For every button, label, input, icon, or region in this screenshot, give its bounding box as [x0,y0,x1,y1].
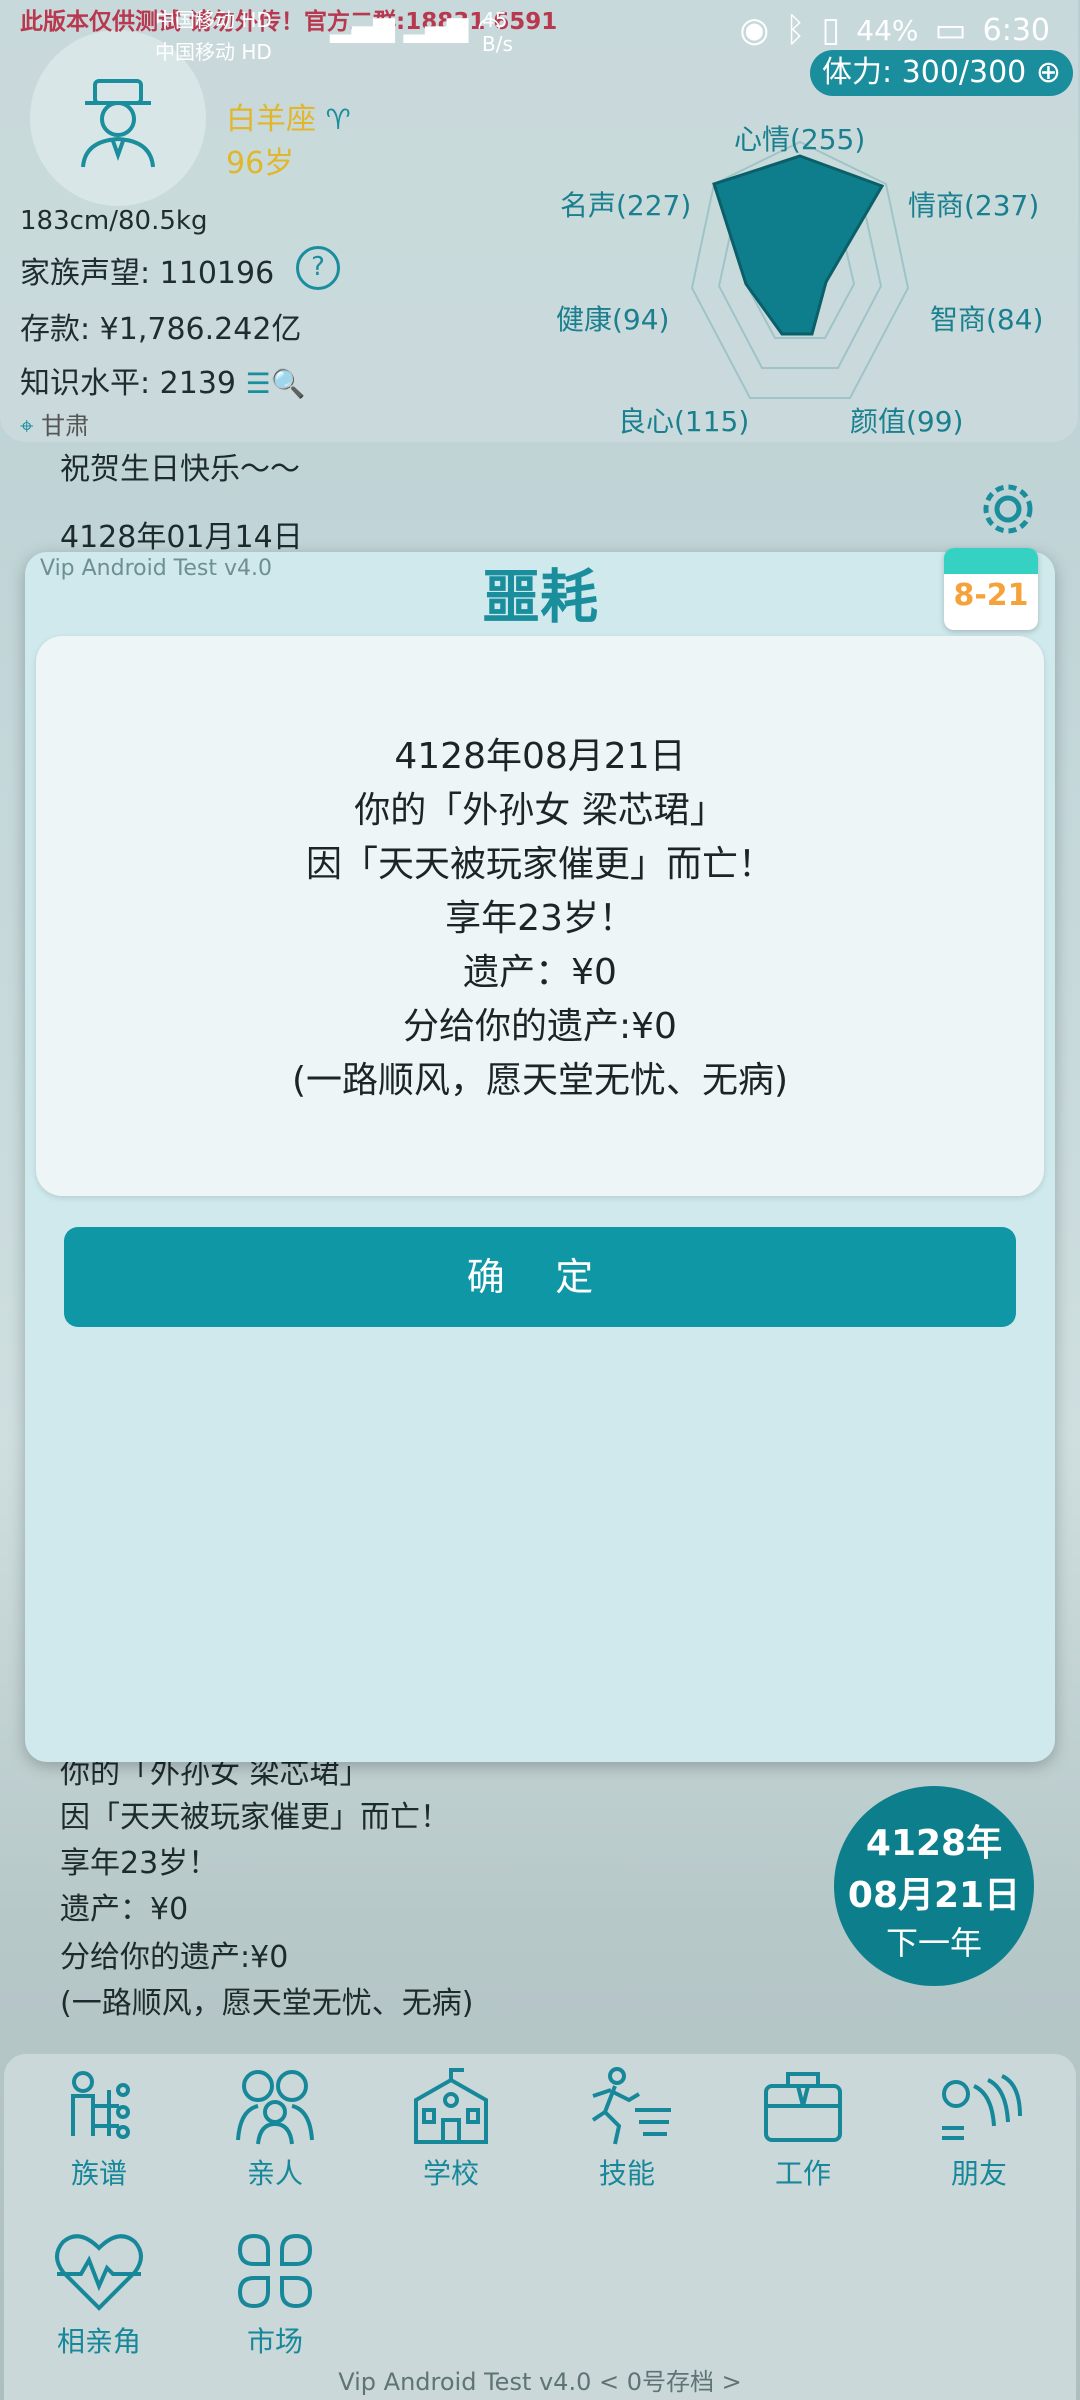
nav-work[interactable]: 工作 [738,2066,868,2192]
nav-matchmaking-label: 相亲角 [56,2325,141,2358]
nav-matchmaking[interactable]: 相亲角 [34,2228,164,2360]
message-line: 分给你的遗产:¥0 [403,1006,677,1047]
nav-market-label: 市场 [246,2325,303,2358]
log-line: 遗产：¥0 [60,1892,189,1927]
dialog-title: 噩耗 [481,563,598,631]
radar-looks: 颜值(99) [850,405,964,438]
message-line: 享年23岁！ [445,898,635,939]
knowledge-level: 知识水平: 2139 ☰🔍 [20,358,306,402]
school-icon [414,2068,488,2144]
network-speed: 45 B/s [482,8,513,56]
nav-skills[interactable]: 技能 [562,2066,692,2192]
radar-eq: 情商(237) [908,189,1040,222]
radar-fame: 名声(227) [560,189,692,222]
radar-values [712,154,885,336]
person-icon [81,79,155,168]
nav-family-tree[interactable]: 族谱 [34,2066,164,2192]
location-pin-icon: ⌖ [20,412,34,440]
status-icons: ◉ ᛒ ▯ 44% ▭ 6:30 [739,10,1050,50]
battery-level: 44% [856,13,919,47]
log-line: (一路顺风，愿天堂无忧、无病) [60,1986,474,2021]
log-line: 因「天天被玩家催更」而亡！ [60,1800,450,1835]
calendar-date: 8-21 [953,578,1029,613]
next-year-button[interactable]: 4128年 08月21日 下一年 [834,1786,1034,1986]
heart-pulse-icon [55,2234,143,2311]
battery-icon: ▭ [934,10,967,50]
running-person-icon [591,2067,671,2145]
energy-badge[interactable]: 体力: 300/300 ⊕ [810,50,1073,96]
signal-icon: ▂▄▆ ▂▄▆ ◠ [330,10,502,43]
nav-school[interactable]: 学校 [386,2066,516,2192]
message-line: (一路顺风，愿天堂无忧、无病) [291,1060,789,1101]
nav-skills-label: 技能 [598,2157,655,2190]
radar-mood: 心情(255) [734,123,866,156]
clock: 6:30 [982,12,1050,48]
radar-conscience: 良心(115) [618,405,750,438]
nav-relatives-label: 亲人 [246,2157,303,2190]
message-line: 你的「外孙女 梁芯珺」 [354,790,726,831]
friends-icon [942,2074,1022,2140]
height-weight: 183cm/80.5kg [20,206,208,236]
radar-health: 健康(94) [556,303,670,336]
carrier-1: 中国移动 HD [155,8,272,32]
savings: 存款: ¥1,786.242亿 [20,312,302,347]
settings-gear-icon[interactable] [975,476,1041,542]
log-line: 分给你的遗产:¥0 [60,1940,289,1975]
nav-work-label: 工作 [774,2157,831,2190]
location-label: 甘肃 [41,412,90,440]
nav-market[interactable]: 市场 [210,2228,340,2360]
nav-relatives[interactable]: 亲人 [210,2066,340,2192]
current-year: 4128年 [865,1823,1003,1864]
current-monthday: 08月21日 [847,1875,1021,1916]
ram-icon: ♈ [325,103,351,136]
zodiac-sign: 白羊座 ♈ [226,94,351,138]
next-year-label: 下一年 [885,1924,982,1962]
help-icon[interactable]: ? [296,246,340,290]
dialog-message: 4128年08月21日 你的「外孙女 梁芯珺」 因「天天被玩家催更」而亡！ 享年… [36,636,1044,1196]
nav-school-label: 学校 [422,2157,479,2190]
knowledge-label: 知识水平: 2139 [20,366,236,401]
location: ⌖ 甘肃 [20,406,89,441]
vibrate-icon: ▯ [821,10,841,50]
energy-label: 体力: 300/300 [822,55,1027,90]
message-line: 4128年08月21日 [394,736,686,777]
relatives-icon [236,2070,314,2145]
market-grid-icon [237,2233,313,2309]
nav-friends-label: 朋友 [950,2157,1007,2190]
bluetooth-icon: ᛒ [785,10,806,50]
family-prestige-label: 家族声望: 110196 [20,256,275,291]
family-prestige: 家族声望: 110196 [20,248,274,292]
plus-circle-icon[interactable]: ⊕ [1036,55,1061,90]
calendar-header [944,548,1038,574]
nav-family-tree-label: 族谱 [70,2157,127,2190]
radar-iq: 智商(84) [930,303,1044,336]
radar-chart [690,140,910,399]
age-label: 96岁 [226,146,295,181]
briefcase-icon [764,2072,842,2142]
calendar-icon[interactable]: 8-21 [944,548,1038,630]
nav-friends[interactable]: 朋友 [914,2066,1044,2192]
family-tree-icon [71,2071,130,2139]
message-line: 因「天天被玩家催更」而亡！ [305,844,774,885]
attribute-radar [550,110,1050,440]
eye-icon: ◉ [739,10,770,50]
log-line: 享年23岁！ [60,1846,219,1881]
footer-version: Vip Android Test v4.0 < 0号存档 > [338,2368,742,2396]
log-birthday: 祝贺生日快乐～～ [60,452,300,487]
confirm-button[interactable]: 确 定 [64,1227,1016,1327]
message-line: 遗产：¥0 [463,952,617,993]
zodiac-label: 白羊座 [226,102,316,137]
carrier-2: 中国移动 HD [155,40,272,64]
search-list-icon[interactable]: ☰🔍 [246,367,306,400]
